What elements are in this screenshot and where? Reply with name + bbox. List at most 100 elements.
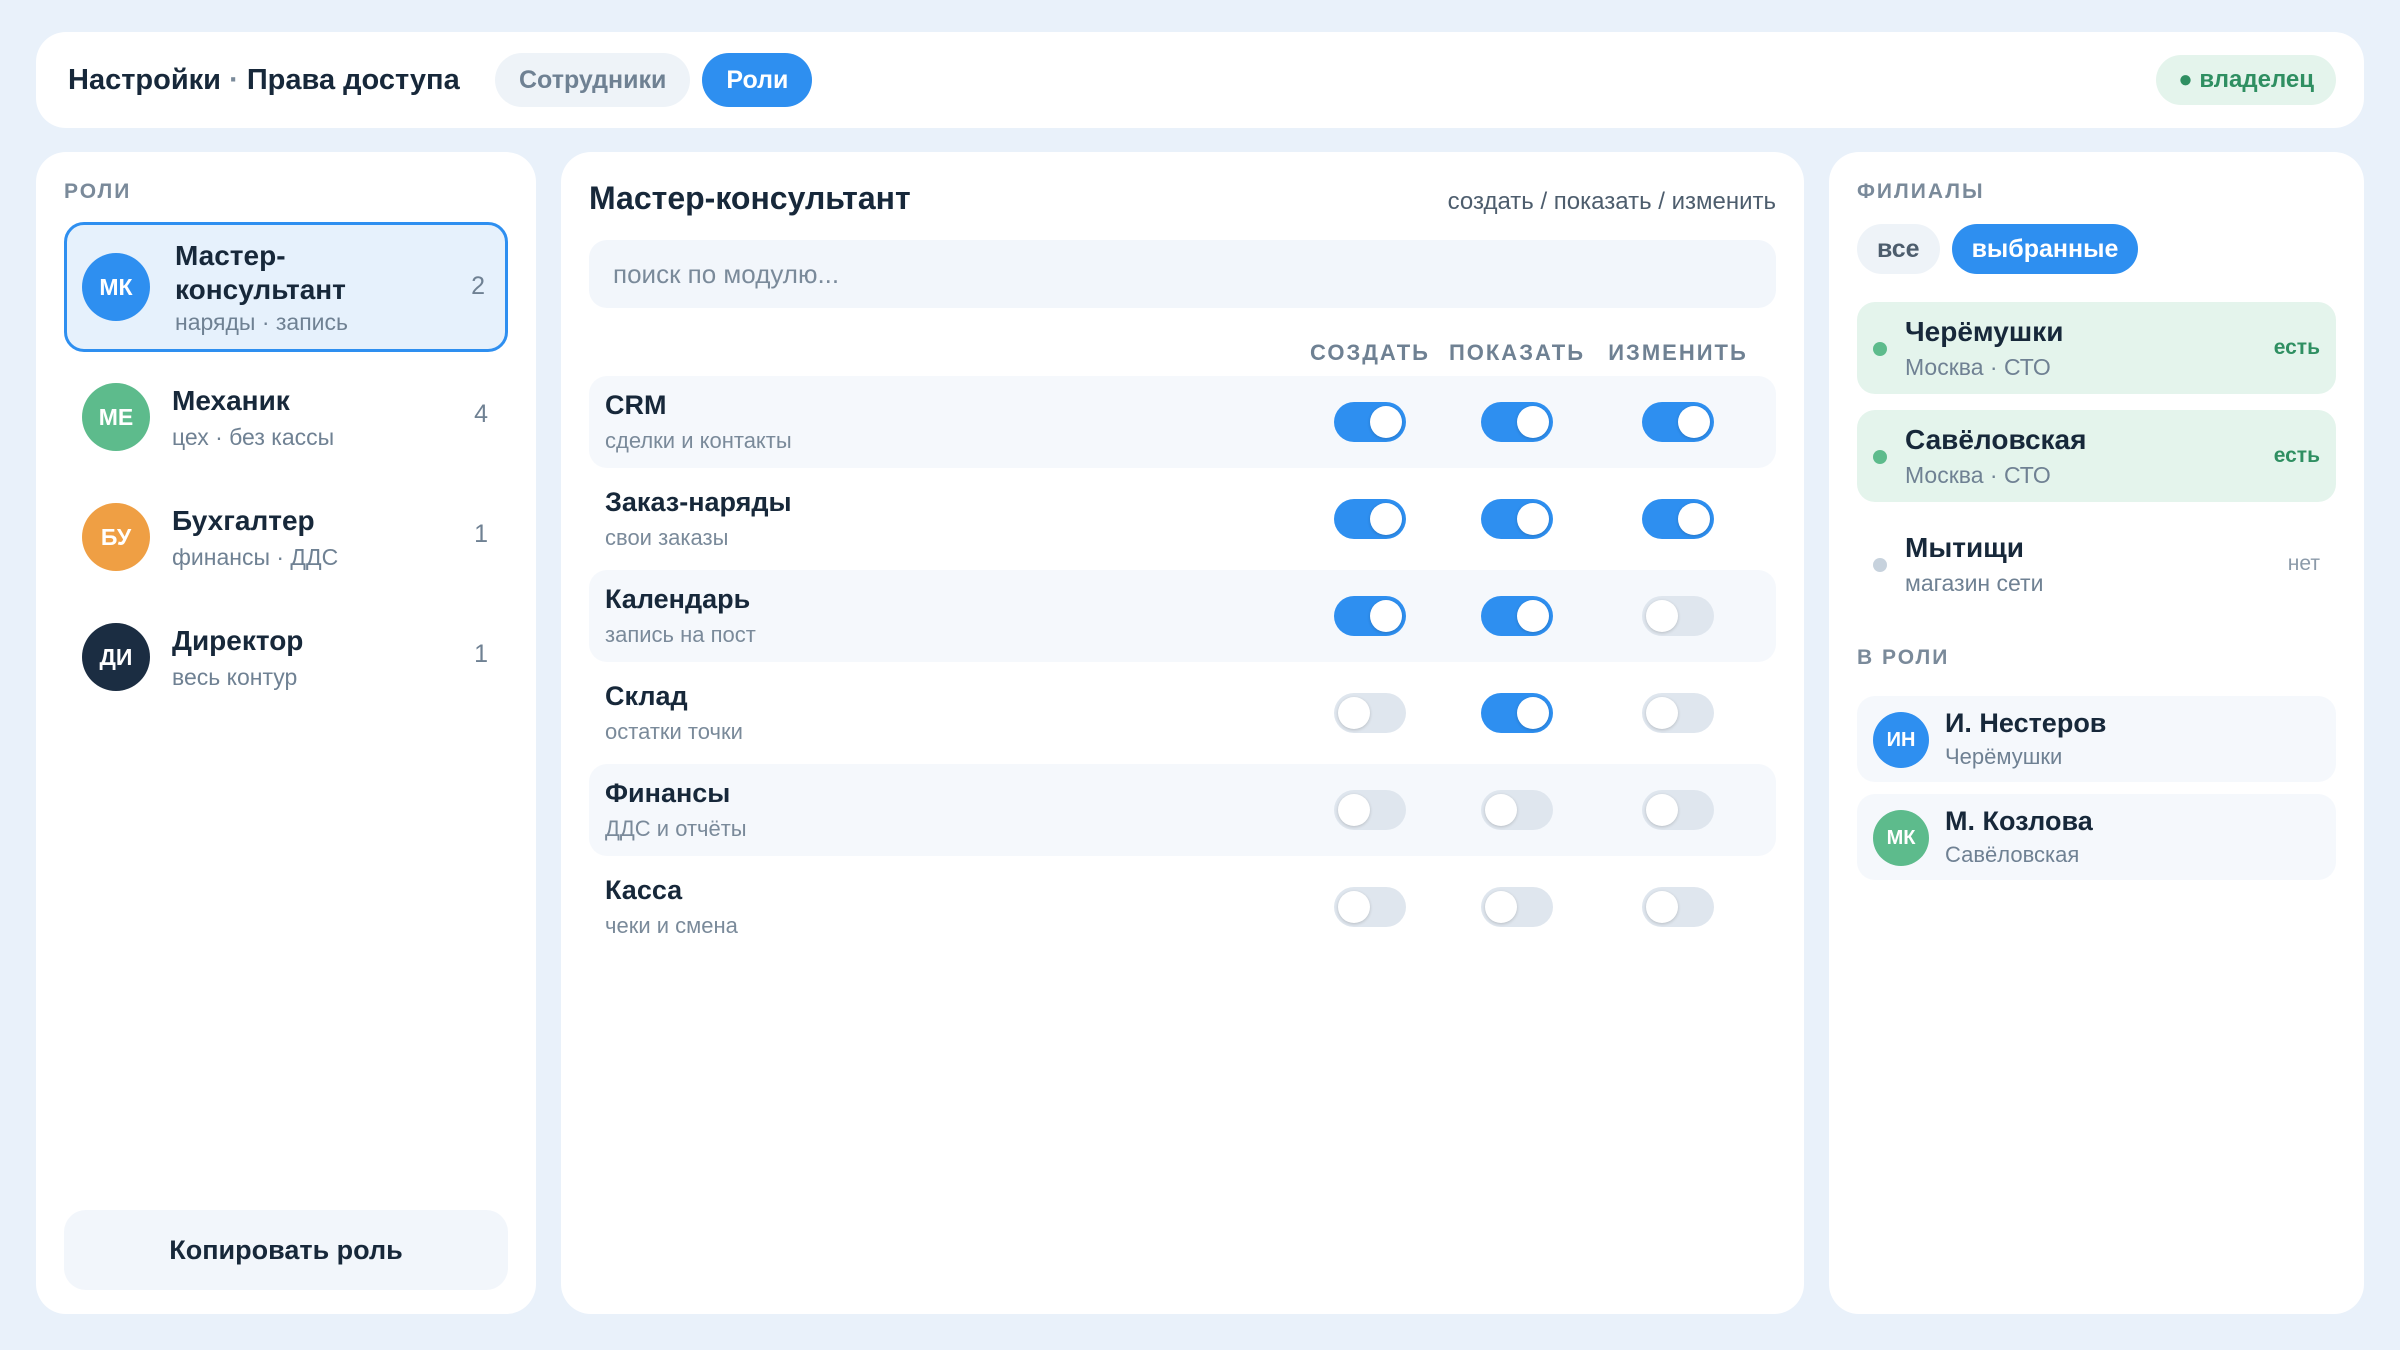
role-count: 4	[474, 400, 488, 428]
module-name: CRM	[605, 390, 667, 420]
module-name: Заказ-наряды	[605, 487, 792, 517]
branches-list: Черёмушки Москва · СТО есть Савёловская …	[1857, 302, 2336, 626]
toggle-create[interactable]	[1334, 887, 1406, 927]
toggle-view[interactable]	[1481, 499, 1553, 539]
toggle-create[interactable]	[1334, 402, 1406, 442]
toggle-view[interactable]	[1481, 790, 1553, 830]
avatar: МЕ	[82, 383, 150, 451]
module-subtitle: ДДС и отчёты	[605, 816, 747, 841]
toggle-edit[interactable]	[1642, 402, 1714, 442]
toggle-create[interactable]	[1334, 693, 1406, 733]
toggle-edit[interactable]	[1642, 790, 1714, 830]
role-item-director[interactable]: ДИ Директор весь контур 1	[64, 592, 508, 722]
toggle-create[interactable]	[1334, 499, 1406, 539]
filter-selected[interactable]: выбранные	[1951, 224, 2139, 274]
toggle-view[interactable]	[1481, 402, 1553, 442]
status-dot	[1873, 558, 1887, 572]
column-header-view: ПОКАЗАТЬ	[1448, 340, 1586, 365]
branch-item-mytishchi[interactable]: Мытищи магазин сети нет	[1857, 518, 2336, 610]
role-name: Бухгалтер	[172, 505, 315, 536]
roles-panel: РОЛИ МК Мастер-консультант наряды · запи…	[36, 152, 536, 1314]
title-section: Настройки	[68, 64, 222, 96]
member-branch: Черёмушки	[1945, 744, 2063, 769]
owner-badge: ● владелец	[2156, 55, 2336, 105]
member-item-nesterov[interactable]: ИН И. Нестеров Черёмушки	[1857, 696, 2336, 782]
toggle-view[interactable]	[1481, 693, 1553, 733]
role-count: 1	[474, 640, 488, 668]
column-header-edit: ИЗМЕНИТЬ	[1608, 340, 1748, 365]
role-name: Механик	[172, 385, 290, 416]
tab-employees[interactable]: Сотрудники	[495, 53, 691, 107]
top-bar: Настройки · Права доступа Сотрудники Рол…	[36, 32, 2364, 128]
member-name: М. Козлова	[1945, 806, 2093, 836]
title-separator: ·	[229, 64, 239, 96]
toggle-view[interactable]	[1481, 596, 1553, 636]
member-name: И. Нестеров	[1945, 708, 2107, 738]
role-name: Мастер-консультант	[175, 240, 346, 305]
branch-subtitle: Москва · СТО	[1905, 462, 2051, 488]
members-section-label: В РОЛИ	[1857, 646, 1950, 669]
role-subtitle: наряды · запись	[175, 309, 348, 335]
copy-role-button[interactable]: Копировать роль	[64, 1210, 508, 1290]
tab-bar: Сотрудники Роли	[495, 53, 813, 107]
toggle-view[interactable]	[1481, 887, 1553, 927]
module-subtitle: остатки точки	[605, 719, 743, 744]
modules-list: CRM сделки и контакты Заказ-наряды свои …	[589, 376, 1776, 958]
title-page: Права доступа	[246, 64, 460, 96]
role-subtitle: весь контур	[172, 664, 298, 690]
module-name: Календарь	[605, 584, 751, 614]
module-subtitle: запись на пост	[605, 622, 756, 647]
module-name: Финансы	[605, 778, 731, 808]
module-row-warehouse: Склад остатки точки	[589, 667, 1776, 759]
avatar: МК	[82, 253, 150, 321]
role-item-accountant[interactable]: БУ Бухгалтер финансы · ДДС 1	[64, 472, 508, 602]
module-subtitle: сделки и контакты	[605, 428, 792, 453]
branch-status: есть	[2273, 444, 2320, 467]
avatar: БУ	[82, 503, 150, 571]
role-subtitle: цех · без кассы	[172, 424, 335, 450]
module-search-input[interactable]	[589, 240, 1776, 308]
role-count: 2	[471, 272, 485, 300]
status-dot	[1873, 450, 1887, 464]
module-row-finance: Финансы ДДС и отчёты	[589, 764, 1776, 856]
filter-all[interactable]: все	[1857, 224, 1940, 274]
module-subtitle: чеки и смена	[605, 913, 738, 938]
role-item-mechanic[interactable]: МЕ Механик цех · без кассы 4	[64, 352, 508, 482]
member-item-kozlova[interactable]: МК М. Козлова Савёловская	[1857, 794, 2336, 880]
module-name: Склад	[605, 681, 688, 711]
member-branch: Савёловская	[1945, 842, 2080, 867]
selected-role-title: Мастер-консультант	[589, 180, 911, 216]
module-row-cashbox: Касса чеки и смена	[589, 861, 1776, 953]
avatar: ДИ	[82, 623, 150, 691]
branch-name: Савёловская	[1905, 424, 2087, 455]
branch-item-cheryomushki[interactable]: Черёмушки Москва · СТО есть	[1857, 302, 2336, 394]
module-name: Касса	[605, 875, 683, 905]
role-item-master-consultant[interactable]: МК Мастер-консультант наряды · запись 2	[64, 222, 508, 352]
branch-status: нет	[2287, 552, 2320, 575]
role-name: Директор	[172, 625, 304, 656]
role-subtitle: финансы · ДДС	[172, 544, 339, 570]
avatar: МК	[1873, 810, 1929, 866]
module-subtitle: свои заказы	[605, 525, 729, 550]
toggle-edit[interactable]	[1642, 693, 1714, 733]
branch-name: Черёмушки	[1905, 316, 2064, 347]
branch-status: есть	[2273, 336, 2320, 359]
toggle-edit[interactable]	[1642, 499, 1714, 539]
status-dot	[1873, 342, 1887, 356]
branch-subtitle: Москва · СТО	[1905, 354, 2051, 380]
permissions-panel: Мастер-консультант создать / показать / …	[561, 152, 1804, 1314]
roles-list: МК Мастер-консультант наряды · запись 2 …	[64, 222, 508, 722]
toggle-create[interactable]	[1334, 790, 1406, 830]
toggle-create[interactable]	[1334, 596, 1406, 636]
role-count: 1	[474, 520, 488, 548]
branch-name: Мытищи	[1905, 532, 2024, 563]
branch-item-savyolovskaya[interactable]: Савёловская Москва · СТО есть	[1857, 410, 2336, 502]
roles-section-label: РОЛИ	[64, 180, 132, 203]
tab-roles[interactable]: Роли	[702, 53, 813, 107]
toggle-edit[interactable]	[1642, 887, 1714, 927]
column-header-create: СОЗДАТЬ	[1310, 340, 1430, 365]
members-list: ИН И. Нестеров Черёмушки МК М. Козлова С…	[1857, 696, 2336, 892]
toggle-edit[interactable]	[1642, 596, 1714, 636]
branches-section-label: ФИЛИАЛЫ	[1857, 180, 1985, 203]
branch-filter: все выбранные	[1857, 224, 2139, 274]
